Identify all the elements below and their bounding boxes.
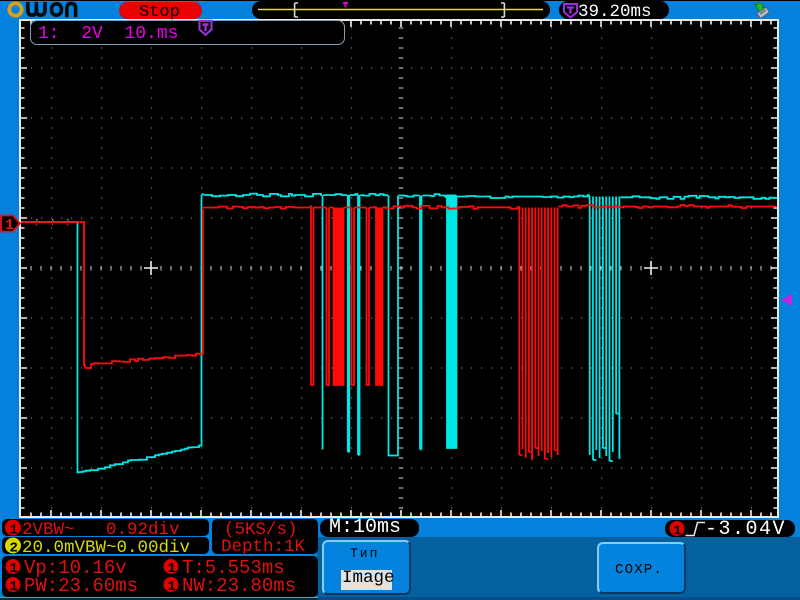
svg-text:1: 1 [168,561,176,577]
svg-text:1: 1 [5,217,14,234]
svg-text:1: 1 [10,561,18,577]
svg-text:1: 1 [674,523,682,538]
svg-text:1: 1 [10,523,18,539]
svg-text:39.20ms: 39.20ms [578,2,652,22]
svg-text:2: 2 [10,541,18,557]
svg-text:1: 1 [10,579,18,595]
svg-text:1: 1 [168,579,176,595]
